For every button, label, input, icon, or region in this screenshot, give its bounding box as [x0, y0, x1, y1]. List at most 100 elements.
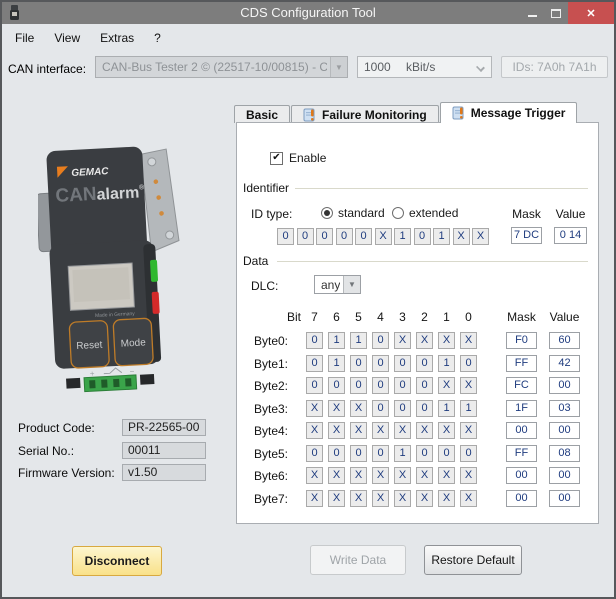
byte0-bit-7[interactable]: 0 — [306, 332, 323, 349]
byte3-mask-field[interactable]: 1F — [506, 400, 537, 417]
byte6-bit-2[interactable]: X — [416, 467, 433, 484]
byte6-bit-5[interactable]: X — [350, 467, 367, 484]
byte4-bit-7[interactable]: X — [306, 422, 323, 439]
byte4-bit-4[interactable]: X — [372, 422, 389, 439]
byte4-mask-field[interactable]: 00 — [506, 422, 537, 439]
identifier-bit-8[interactable]: 0 — [316, 228, 333, 245]
byte0-mask-field[interactable]: F0 — [506, 332, 537, 349]
byte7-mask-field[interactable]: 00 — [506, 490, 537, 507]
tab-message-trigger[interactable]: Message Trigger — [440, 102, 578, 123]
menu-item-extras[interactable]: Extras — [97, 29, 137, 47]
restore-default-button[interactable]: Restore Default — [424, 545, 522, 575]
byte6-mask-field[interactable]: 00 — [506, 467, 537, 484]
identifier-bit-1[interactable]: X — [453, 228, 470, 245]
byte3-bit-4[interactable]: 0 — [372, 400, 389, 417]
identifier-bit-0[interactable]: X — [472, 228, 489, 245]
byte3-bit-1[interactable]: 1 — [438, 400, 455, 417]
byte5-bit-7[interactable]: 0 — [306, 445, 323, 462]
byte6-bit-4[interactable]: X — [372, 467, 389, 484]
byte4-value-field[interactable]: 00 — [549, 422, 580, 439]
byte7-bit-2[interactable]: X — [416, 490, 433, 507]
menu-item-file[interactable]: File — [12, 29, 37, 47]
byte0-bit-1[interactable]: X — [438, 332, 455, 349]
enable-checkbox[interactable]: ✔ — [270, 152, 283, 165]
byte1-bit-2[interactable]: 0 — [416, 355, 433, 372]
byte0-bit-0[interactable]: X — [460, 332, 477, 349]
identifier-bit-5[interactable]: X — [375, 228, 392, 245]
byte6-bit-7[interactable]: X — [306, 467, 323, 484]
byte1-value-field[interactable]: 42 — [549, 355, 580, 372]
tab-basic[interactable]: Basic — [234, 105, 290, 123]
byte1-bit-7[interactable]: 0 — [306, 355, 323, 372]
baudrate-select[interactable]: 1000 kBit/s — [357, 56, 492, 78]
byte4-bit-2[interactable]: X — [416, 422, 433, 439]
byte3-bit-0[interactable]: 1 — [460, 400, 477, 417]
byte0-value-field[interactable]: 60 — [549, 332, 580, 349]
dlc-select[interactable]: any ▼ — [314, 275, 361, 294]
menu-item-view[interactable]: View — [51, 29, 83, 47]
byte5-bit-0[interactable]: 0 — [460, 445, 477, 462]
byte5-bit-4[interactable]: 0 — [372, 445, 389, 462]
byte7-bit-6[interactable]: X — [328, 490, 345, 507]
tab-failure-monitoring[interactable]: Failure Monitoring — [291, 105, 439, 123]
byte1-mask-field[interactable]: FF — [506, 355, 537, 372]
byte6-bit-3[interactable]: X — [394, 467, 411, 484]
identifier-bit-2[interactable]: 1 — [433, 228, 450, 245]
byte4-bit-1[interactable]: X — [438, 422, 455, 439]
byte7-value-field[interactable]: 00 — [549, 490, 580, 507]
byte6-bit-1[interactable]: X — [438, 467, 455, 484]
byte1-bit-5[interactable]: 0 — [350, 355, 367, 372]
byte5-bit-5[interactable]: 0 — [350, 445, 367, 462]
byte3-bit-7[interactable]: X — [306, 400, 323, 417]
byte1-bit-3[interactable]: 0 — [394, 355, 411, 372]
byte4-bit-6[interactable]: X — [328, 422, 345, 439]
byte6-bit-6[interactable]: X — [328, 467, 345, 484]
byte4-bit-3[interactable]: X — [394, 422, 411, 439]
identifier-value-field[interactable]: 0 14 — [554, 227, 587, 244]
byte3-bit-5[interactable]: X — [350, 400, 367, 417]
byte2-bit-7[interactable]: 0 — [306, 377, 323, 394]
byte2-bit-4[interactable]: 0 — [372, 377, 389, 394]
byte7-bit-7[interactable]: X — [306, 490, 323, 507]
byte2-value-field[interactable]: 00 — [549, 377, 580, 394]
byte5-bit-6[interactable]: 0 — [328, 445, 345, 462]
minimize-button[interactable] — [520, 2, 544, 24]
identifier-bit-4[interactable]: 1 — [394, 228, 411, 245]
byte0-bit-6[interactable]: 1 — [328, 332, 345, 349]
byte2-bit-5[interactable]: 0 — [350, 377, 367, 394]
byte3-bit-2[interactable]: 0 — [416, 400, 433, 417]
identifier-bit-10[interactable]: 0 — [277, 228, 294, 245]
byte7-bit-0[interactable]: X — [460, 490, 477, 507]
ids-button[interactable]: IDs: 7A0h 7A1h — [501, 56, 608, 78]
byte3-bit-3[interactable]: 0 — [394, 400, 411, 417]
menu-item-help[interactable]: ? — [151, 29, 164, 47]
byte3-value-field[interactable]: 03 — [549, 400, 580, 417]
close-button[interactable]: ✕ — [568, 2, 614, 24]
byte2-bit-1[interactable]: X — [438, 377, 455, 394]
byte5-bit-2[interactable]: 0 — [416, 445, 433, 462]
byte7-bit-3[interactable]: X — [394, 490, 411, 507]
radio-extended[interactable]: extended — [392, 206, 458, 220]
identifier-bit-7[interactable]: 0 — [336, 228, 353, 245]
maximize-button[interactable] — [544, 2, 568, 24]
byte5-bit-1[interactable]: 0 — [438, 445, 455, 462]
byte6-bit-0[interactable]: X — [460, 467, 477, 484]
byte5-value-field[interactable]: 08 — [549, 445, 580, 462]
byte0-bit-3[interactable]: X — [394, 332, 411, 349]
identifier-bit-3[interactable]: 0 — [414, 228, 431, 245]
byte4-bit-0[interactable]: X — [460, 422, 477, 439]
radio-standard[interactable]: standard — [321, 206, 385, 220]
byte2-bit-2[interactable]: 0 — [416, 377, 433, 394]
byte2-bit-3[interactable]: 0 — [394, 377, 411, 394]
byte1-bit-4[interactable]: 0 — [372, 355, 389, 372]
byte7-bit-4[interactable]: X — [372, 490, 389, 507]
identifier-mask-field[interactable]: 7 DC — [511, 227, 542, 244]
byte1-bit-6[interactable]: 1 — [328, 355, 345, 372]
disconnect-button[interactable]: Disconnect — [72, 546, 162, 576]
byte7-bit-5[interactable]: X — [350, 490, 367, 507]
byte7-bit-1[interactable]: X — [438, 490, 455, 507]
byte2-bit-0[interactable]: X — [460, 377, 477, 394]
byte1-bit-1[interactable]: 1 — [438, 355, 455, 372]
byte4-bit-5[interactable]: X — [350, 422, 367, 439]
byte5-bit-3[interactable]: 1 — [394, 445, 411, 462]
